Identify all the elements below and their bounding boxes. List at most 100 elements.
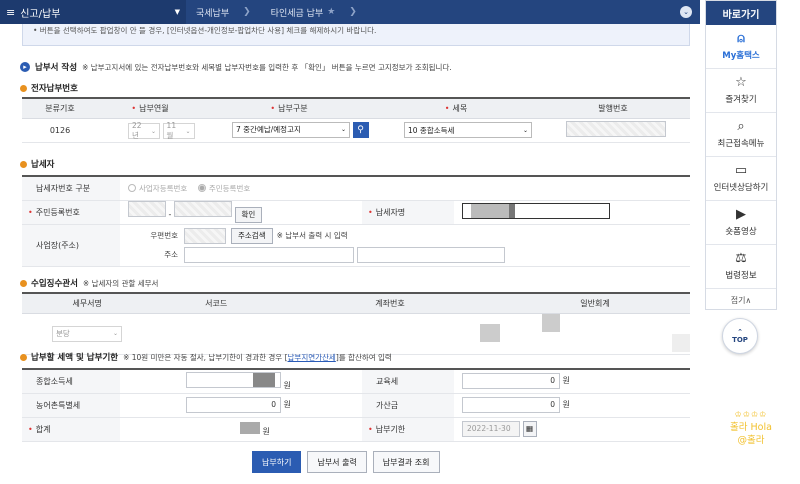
section-desc: ※ 납부고지서에 있는 전자납부번호와 세목별 납부자번호를 입력한 후 「확인… (82, 62, 452, 72)
print-button[interactable]: 납부서 출력 (307, 451, 367, 473)
result-button[interactable]: 납부결과 조회 (372, 451, 440, 473)
radio-label: 주민등록번호 (208, 183, 251, 193)
bottom-actions: 납부하기 납부서 출력 납부결과 조회 (252, 451, 446, 473)
pay-type-value: 7 중간예납/예정고지 (236, 125, 301, 135)
edu-tax-input[interactable]: 0 (462, 373, 560, 390)
penalty-input[interactable]: 0 (462, 397, 560, 413)
sidebar-item-label: My홈택스 (722, 51, 760, 61)
income-tax-label: 종합소득세 (22, 369, 120, 394)
search-icon[interactable]: ⚲ (352, 122, 369, 139)
resident-no-back-input[interactable] (173, 201, 232, 218)
resident-no-front-input[interactable] (128, 201, 166, 218)
tax-item-value: 10 종합소득세 (408, 125, 455, 135)
col-issue-no: 발행번호 (536, 98, 690, 119)
breadcrumb-label: 국세납부 (196, 8, 230, 19)
chevron-down-icon: ⌄ (150, 127, 156, 135)
sidebar-item-recent[interactable]: ⌕ 최근접속메뉴 (706, 113, 776, 157)
col-label: 세목 (452, 103, 468, 113)
bullet-icon (20, 279, 27, 287)
watermark: ♔♔♔♔ 홀라 Hola @홀라 (718, 408, 784, 447)
radio-biz-no[interactable]: 사업자등록번호 (128, 183, 187, 194)
redacted-block (542, 313, 560, 332)
top-nav-bar: ≡ 신고/납부 ▼ 국세납부 ❯ 타인세금 납부 ★ ❯ ⌄ (0, 0, 700, 24)
unit-label: 원 (562, 400, 570, 409)
radio-resident-no[interactable]: 주민등록번호 (197, 183, 251, 194)
sidebar-fold-button[interactable]: 접기∧ (706, 289, 776, 311)
income-tax-input[interactable] (186, 371, 281, 388)
late-fee-link[interactable]: 납부지연가산세 (288, 353, 336, 362)
menu-dropdown[interactable]: ≡ 신고/납부 ▼ (0, 0, 186, 24)
col-tax-item: • 세목 (376, 98, 536, 119)
receiver-desc: ※ 납세자의 관할 세무서 (82, 278, 159, 288)
issue-no-input[interactable] (566, 121, 666, 137)
popup-notice: • 버튼을 선택하여도 팝업창이 안 뜰 경우, [인터넷옵션-개인정보-팝업차… (22, 24, 690, 46)
chevron-down-icon: ⌄ (522, 126, 528, 134)
penalty-label: 가산금 (362, 393, 454, 418)
confirm-button[interactable]: 확인 (234, 206, 263, 223)
address-label: 사업장(주소) (22, 224, 120, 267)
rural-tax-input[interactable]: 0 (186, 397, 281, 413)
elec-no-table: 분류기호 • 납부연월 • 납부구분 • 세목 발행번호 0126 22년 ⌄ 11월 ⌄… (22, 97, 690, 143)
sidebar-item-consult[interactable]: ▭ 인터넷상담하기 (706, 157, 776, 201)
account-no-cell (279, 313, 500, 355)
office-select[interactable]: 분당 ⌄ (52, 325, 122, 342)
month-value: 11월 (166, 121, 177, 140)
receiver-title-text: 수입징수관서 (31, 279, 78, 289)
col-general-account: 일반회계 (500, 293, 690, 314)
sidebar-item-favorites[interactable]: ☆ 즐겨찾기 (706, 69, 776, 113)
breadcrumb-other-tax[interactable]: 타인세금 납부 ★ ❯ (261, 0, 367, 24)
radio-circle (128, 184, 136, 192)
addr-label: 주소 (164, 250, 178, 259)
radio-label: 사업자등록번호 (139, 183, 188, 193)
year-value: 22년 (132, 121, 142, 140)
radio-circle (197, 184, 206, 192)
id-type-label: 납세자번호 구분 (22, 176, 120, 201)
dropdown-arrow-icon[interactable]: ▼ (175, 8, 180, 16)
resident-no-label: • 주민등록번호 (22, 200, 120, 225)
col-office-code: 서코드 (152, 293, 280, 314)
label-text: 주민등록번호 (35, 207, 80, 217)
col-office-name: 세무서명 (22, 293, 153, 314)
payer-name-input[interactable] (462, 203, 610, 219)
receiver-title: 수입징수관서 ※ 납세자의 관할 세무서 (20, 277, 158, 289)
col-label: 납부연월 (139, 103, 169, 113)
chevron-up-icon: ⌃ (737, 328, 743, 336)
calendar-icon[interactable]: ▦ (522, 420, 537, 437)
chevron-down-icon[interactable]: ⌄ (680, 6, 692, 18)
sidebar-item-my-hometax[interactable]: ⍝ My홈택스 (706, 25, 776, 69)
label-text: 납세자명 (375, 207, 406, 217)
scroll-top-button[interactable]: ⌃ TOP (722, 318, 758, 354)
sidebar-item-label: 법령정보 (725, 271, 757, 281)
payer-title-text: 납세자 (31, 160, 55, 170)
sidebar-item-shortform[interactable]: ▶ 숏폼영상 (706, 201, 776, 245)
amount-title: 납부할 세액 및 납부기한 ※ 10원 미만은 자동 절사, 납부기한이 경과한… (20, 351, 392, 363)
star-icon: ☆ (735, 75, 747, 90)
sidebar-title: 바로가기 (706, 1, 776, 25)
hamburger-icon[interactable]: ≡ (6, 6, 15, 19)
sidebar-item-law[interactable]: ⚖ 법령정보 (706, 245, 776, 289)
class-code-value: 0126 (22, 118, 98, 143)
chevron-down-icon: ⌄ (185, 127, 191, 135)
page: ≡ 신고/납부 ▼ 국세납부 ❯ 타인세금 납부 ★ ❯ ⌄ 바로가기 ⍝ My… (0, 0, 800, 484)
breadcrumb-tax-payment[interactable]: 국세납부 ❯ (186, 0, 261, 24)
due-date-input: 2022-11-30 (462, 421, 520, 438)
label-text: 합계 (35, 424, 51, 434)
year-select[interactable]: 22년 ⌄ (128, 121, 160, 140)
postcode-input[interactable] (184, 227, 226, 244)
watermark-line1: 홀라 Hola (730, 422, 772, 433)
payer-table: 납세자번호 구분 사업자등록번호 주민등록번호 • 주민등록번호 - 확인 • 납세… (22, 175, 690, 267)
office-value: 분당 (56, 329, 70, 338)
sidebar-item-label: 즐겨찾기 (725, 95, 757, 105)
monitor-chat-icon: ▭ (734, 163, 748, 178)
month-select[interactable]: 11월 ⌄ (162, 121, 195, 140)
address-search-button[interactable]: 주소검색 (231, 227, 273, 244)
bullet-icon (20, 353, 27, 361)
pay-type-select[interactable]: 7 중간예납/예정고지 ⌄ (232, 121, 350, 138)
tax-item-select[interactable]: 10 종합소득세 ⌄ (404, 122, 532, 138)
favorite-star-icon[interactable]: ★ (327, 7, 335, 17)
address-input-2[interactable] (357, 246, 505, 263)
col-pay-type: • 납부구분 (202, 98, 376, 119)
pay-button[interactable]: 납부하기 (252, 451, 302, 473)
unit-label: 원 (283, 380, 291, 390)
address-input-1[interactable] (184, 246, 354, 263)
